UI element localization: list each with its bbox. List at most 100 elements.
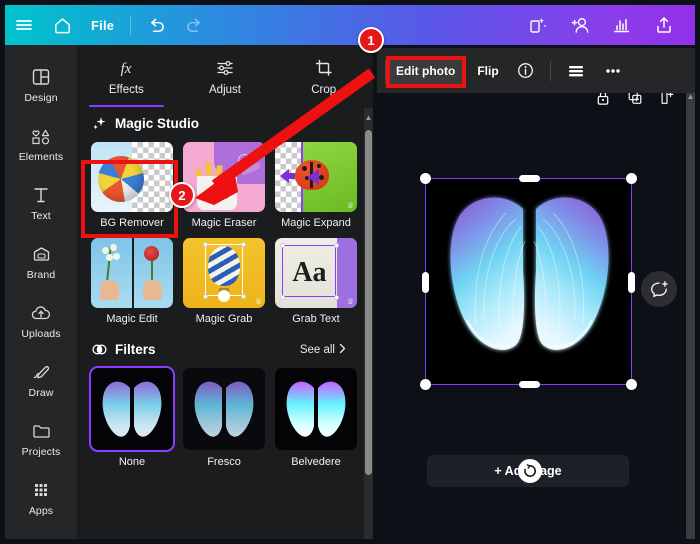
canva-editor-window: File Design Elements Text Brand Uploads … bbox=[0, 0, 700, 544]
redo-icon[interactable] bbox=[175, 10, 213, 40]
loading-cursor-icon bbox=[518, 459, 542, 483]
magic-studio-header: Magic Studio bbox=[91, 115, 361, 132]
filter-label: Fresco bbox=[207, 456, 241, 468]
resize-handle-right[interactable] bbox=[628, 272, 635, 293]
tool-label: Magic Edit bbox=[106, 313, 158, 325]
resize-handle-bottom-right[interactable] bbox=[626, 379, 637, 390]
add-collaborator-icon[interactable] bbox=[559, 10, 601, 40]
wings-artwork bbox=[426, 179, 631, 384]
filters-icon bbox=[91, 341, 108, 358]
left-sidebar: Design Elements Text Brand Uploads Draw … bbox=[5, 45, 77, 539]
resize-handle-top[interactable] bbox=[519, 175, 540, 182]
uploads-icon bbox=[30, 301, 52, 325]
sidebar-item-label: Projects bbox=[21, 446, 61, 458]
filter-belvedere[interactable]: Belvedere bbox=[275, 368, 357, 468]
draw-icon bbox=[31, 360, 52, 384]
resize-handle-bottom-left[interactable] bbox=[420, 379, 431, 390]
chevron-right-icon bbox=[338, 343, 347, 357]
tool-magic-edit[interactable]: Magic Edit bbox=[91, 238, 173, 325]
scroll-up-icon[interactable]: ▲ bbox=[364, 110, 373, 124]
sidebar-item-projects[interactable]: Projects bbox=[5, 409, 77, 468]
section-title: Magic Studio bbox=[115, 116, 199, 131]
projects-icon bbox=[31, 419, 52, 443]
tool-label: Grab Text bbox=[292, 313, 340, 325]
tool-thumbnail: ♕ bbox=[183, 238, 265, 308]
filter-label: Belvedere bbox=[291, 456, 341, 468]
filter-none[interactable]: None bbox=[89, 366, 175, 468]
share-icon[interactable] bbox=[643, 10, 685, 40]
panel-content: Magic Studio BG Remover Magic Eraser ♕ M… bbox=[77, 103, 373, 468]
edit-photo-button[interactable]: Edit photo bbox=[385, 56, 467, 85]
sidebar-item-label: Elements bbox=[18, 151, 64, 163]
elements-icon bbox=[30, 124, 52, 148]
photo-toolbar: Edit photo Flip bbox=[377, 48, 695, 93]
home-icon[interactable] bbox=[43, 10, 81, 40]
ellipsis-icon[interactable] bbox=[596, 57, 630, 85]
panel-tabs: fx Effects Adjust Crop bbox=[77, 45, 373, 107]
file-menu-button[interactable]: File bbox=[81, 10, 124, 40]
info-icon[interactable] bbox=[510, 56, 541, 85]
svg-text:fx: fx bbox=[121, 61, 132, 77]
brand-icon bbox=[31, 242, 52, 266]
panel-scrollbar[interactable]: ▲ bbox=[364, 108, 373, 539]
flip-button[interactable]: Flip bbox=[470, 58, 505, 84]
sidebar-item-label: Draw bbox=[28, 387, 54, 399]
filter-thumbnail bbox=[275, 368, 357, 450]
sidebar-item-label: Brand bbox=[26, 269, 56, 281]
sidebar-item-apps[interactable]: Apps bbox=[5, 468, 77, 527]
tool-magic-grab[interactable]: ♕ Magic Grab bbox=[183, 238, 265, 325]
comment-plus-icon[interactable] bbox=[641, 271, 677, 307]
magic-switch-icon[interactable] bbox=[517, 10, 559, 40]
resize-handle-top-right[interactable] bbox=[626, 173, 637, 184]
app-header: File bbox=[5, 5, 695, 45]
see-all-link[interactable]: See all bbox=[300, 343, 361, 357]
sidebar-item-design[interactable]: Design bbox=[5, 55, 77, 114]
tab-crop[interactable]: Crop bbox=[274, 51, 373, 103]
selected-element[interactable] bbox=[420, 173, 637, 390]
effects-panel: fx Effects Adjust Crop Magic Studio BG R… bbox=[77, 45, 373, 539]
toolbar-divider bbox=[549, 60, 551, 81]
apps-icon bbox=[31, 478, 51, 502]
list-icon[interactable] bbox=[560, 57, 592, 85]
resize-handle-left[interactable] bbox=[422, 272, 429, 293]
sidebar-item-elements[interactable]: Elements bbox=[5, 114, 77, 173]
tool-label: BG Remover bbox=[100, 217, 164, 229]
filter-fresco[interactable]: Fresco bbox=[183, 368, 265, 468]
sliders-icon bbox=[215, 57, 235, 79]
filter-label: None bbox=[118, 456, 146, 468]
tool-magic-eraser[interactable]: Magic Eraser bbox=[183, 142, 265, 229]
tool-label: Magic Eraser bbox=[191, 217, 257, 229]
tool-label: Magic Expand bbox=[281, 217, 351, 229]
header-right-actions bbox=[517, 10, 695, 40]
tab-effects[interactable]: fx Effects bbox=[77, 51, 176, 107]
scrollbar-thumb[interactable] bbox=[365, 130, 372, 475]
filters-grid: None Fresco Belvedere bbox=[89, 366, 361, 468]
canvas-area[interactable]: + Add page bbox=[377, 45, 695, 539]
tool-bg-remover[interactable]: BG Remover bbox=[91, 142, 173, 229]
tool-magic-expand[interactable]: ♕ Magic Expand bbox=[275, 142, 357, 229]
sidebar-item-label: Uploads bbox=[21, 328, 61, 340]
sidebar-item-label: Apps bbox=[28, 505, 54, 517]
undo-icon[interactable] bbox=[137, 10, 175, 40]
filter-thumbnail bbox=[89, 366, 175, 452]
resize-handle-top-left[interactable] bbox=[420, 173, 431, 184]
text-icon bbox=[31, 183, 51, 207]
tab-adjust[interactable]: Adjust bbox=[176, 51, 275, 103]
sidebar-item-draw[interactable]: Draw bbox=[5, 350, 77, 409]
analytics-icon[interactable] bbox=[601, 10, 643, 40]
header-divider bbox=[130, 15, 132, 35]
section-title: Filters bbox=[115, 342, 156, 357]
hamburger-icon[interactable] bbox=[5, 10, 43, 40]
sidebar-item-uploads[interactable]: Uploads bbox=[5, 291, 77, 350]
sidebar-item-brand[interactable]: Brand bbox=[5, 232, 77, 291]
design-icon bbox=[31, 65, 51, 89]
tab-label: Effects bbox=[108, 84, 144, 96]
sidebar-item-text[interactable]: Text bbox=[5, 173, 77, 232]
see-all-label: See all bbox=[299, 343, 335, 356]
tool-grab-text[interactable]: Aa ♕ Grab Text bbox=[275, 238, 357, 325]
resize-handle-bottom[interactable] bbox=[519, 381, 540, 388]
canvas-scrollbar[interactable]: ▲ bbox=[686, 88, 695, 539]
sparkle-icon bbox=[91, 115, 108, 132]
tab-label: Crop bbox=[311, 84, 337, 96]
tab-label: Adjust bbox=[209, 84, 241, 96]
